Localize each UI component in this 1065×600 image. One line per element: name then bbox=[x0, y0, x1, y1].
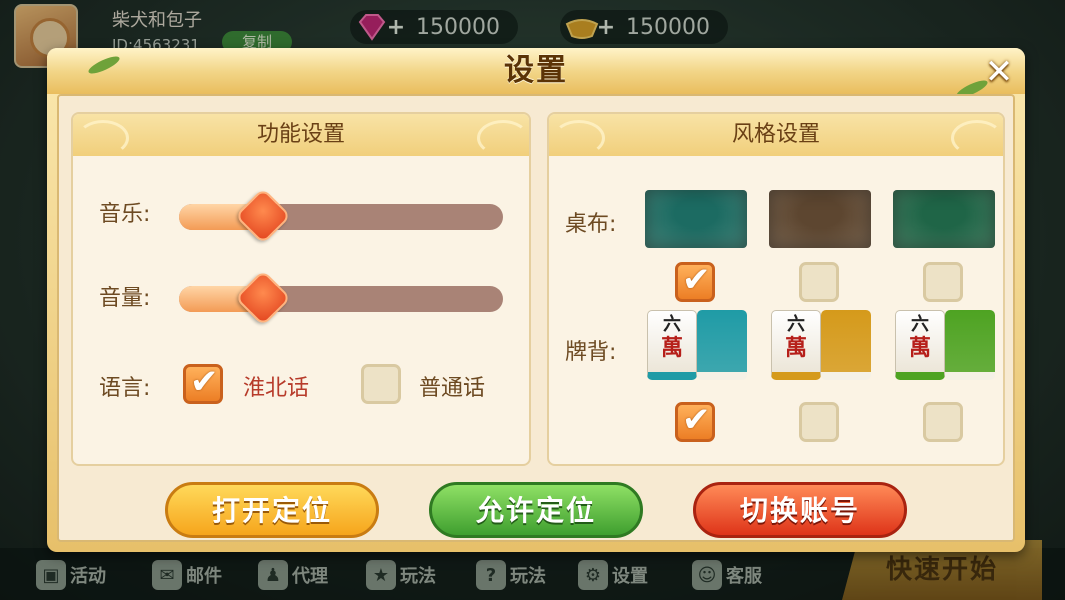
tablecloth-option-green[interactable] bbox=[893, 190, 995, 248]
tile-top-char: 六 bbox=[787, 314, 805, 335]
volume-slider-knob[interactable] bbox=[234, 269, 292, 327]
panel-title: 风格设置 bbox=[731, 122, 820, 147]
tablecloth-option-teal[interactable] bbox=[645, 190, 747, 248]
language-label: 语言: bbox=[99, 376, 151, 401]
tablecloth-checkbox-green[interactable] bbox=[923, 262, 963, 302]
music-slider[interactable] bbox=[179, 187, 503, 245]
dialog-body: 功能设置 音乐: 音量: 语言: ✔ 淮北话 普通话 风格设置 桌布: ✔ 牌背… bbox=[57, 94, 1015, 542]
volume-slider[interactable] bbox=[179, 269, 503, 327]
tileback-checkbox-teal[interactable]: ✔ bbox=[675, 400, 715, 442]
tile-main-char: 萬 bbox=[908, 335, 931, 361]
close-icon[interactable]: ✕ bbox=[981, 55, 1017, 91]
mahjong-tile-back bbox=[697, 310, 747, 380]
style-settings-panel: 风格设置 桌布: ✔ 牌背: 六萬 六萬 六萬 ✔ bbox=[547, 112, 1005, 466]
language-option-mandarin[interactable]: 普通话 bbox=[419, 370, 485, 402]
allow-location-button[interactable]: 允许定位 bbox=[429, 482, 643, 538]
volume-label: 音量: bbox=[99, 286, 151, 311]
tile-main-char: 萬 bbox=[660, 335, 683, 361]
panel-title: 功能设置 bbox=[256, 122, 345, 147]
mahjong-tile-back bbox=[821, 310, 871, 380]
tile-main-char: 萬 bbox=[784, 335, 807, 361]
tileback-checkbox-yellow[interactable] bbox=[799, 402, 839, 442]
checkmark-icon: ✔ bbox=[190, 362, 219, 402]
settings-dialog: 设置 ✕ 功能设置 音乐: 音量: 语言: ✔ 淮北话 普通话 风格设置 桌布:… bbox=[47, 48, 1025, 552]
mahjong-tile-back bbox=[945, 310, 995, 380]
tileback-checkbox-green[interactable] bbox=[923, 402, 963, 442]
music-label: 音乐: bbox=[99, 202, 151, 227]
mahjong-tile-face: 六萬 bbox=[647, 310, 697, 380]
function-settings-panel: 功能设置 音乐: 音量: 语言: ✔ 淮北话 普通话 bbox=[71, 112, 531, 466]
language-option-huaibei[interactable]: 淮北话 bbox=[243, 370, 309, 402]
mahjong-tile-face: 六萬 bbox=[771, 310, 821, 380]
panel-header: 风格设置 bbox=[549, 114, 1003, 156]
switch-account-button[interactable]: 切换账号 bbox=[693, 482, 907, 538]
dialog-header: 设置 ✕ bbox=[47, 48, 1025, 101]
tablecloth-option-brown[interactable] bbox=[769, 190, 871, 248]
tileback-label: 牌背: bbox=[565, 340, 617, 365]
language-checkbox-huaibei[interactable]: ✔ bbox=[183, 362, 223, 404]
tablecloth-label: 桌布: bbox=[565, 212, 617, 237]
language-checkbox-mandarin[interactable] bbox=[361, 364, 401, 404]
dialog-title: 设置 bbox=[504, 53, 568, 88]
open-location-button[interactable]: 打开定位 bbox=[165, 482, 379, 538]
tablecloth-checkbox-teal[interactable]: ✔ bbox=[675, 260, 715, 302]
checkmark-icon: ✔ bbox=[682, 260, 711, 300]
tile-top-char: 六 bbox=[663, 314, 681, 335]
music-slider-knob[interactable] bbox=[234, 187, 292, 245]
tablecloth-checkbox-brown[interactable] bbox=[799, 262, 839, 302]
tile-top-char: 六 bbox=[911, 314, 929, 335]
checkmark-icon: ✔ bbox=[682, 400, 711, 440]
panel-header: 功能设置 bbox=[73, 114, 529, 156]
mahjong-tile-face: 六萬 bbox=[895, 310, 945, 380]
